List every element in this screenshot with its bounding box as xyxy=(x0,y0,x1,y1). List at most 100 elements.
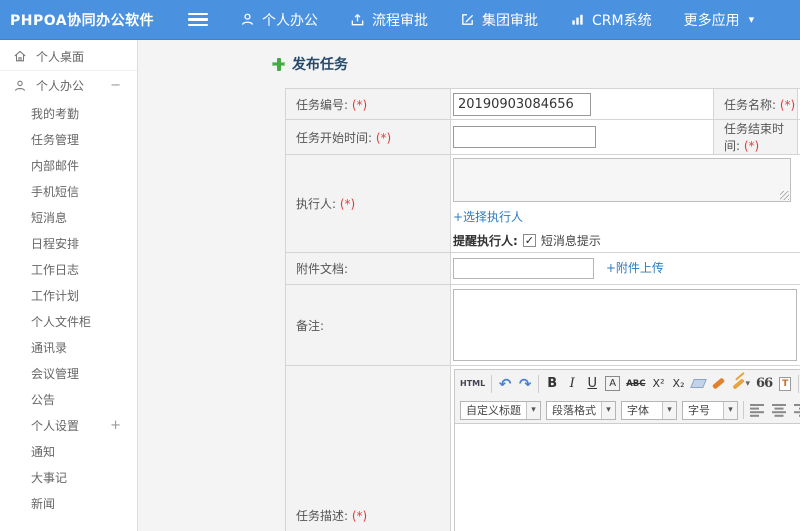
start-time-label: 任务开始时间: xyxy=(296,130,373,145)
executor-label: 执行人: xyxy=(296,197,337,211)
remind-executor-label: 提醒执行人: xyxy=(453,234,518,248)
sidebar-item-个人设置[interactable]: 个人设置 + xyxy=(0,412,137,438)
topnav-item-group-approval[interactable]: 集团审批 xyxy=(460,10,538,30)
task-no-input[interactable] xyxy=(453,92,591,116)
format-brush-icon[interactable] xyxy=(711,374,726,393)
sidebar-item-通知[interactable]: 通知 xyxy=(0,438,137,464)
chevron-down-icon[interactable]: ▾ xyxy=(526,401,540,419)
undo-button[interactable]: ↶ xyxy=(498,374,512,393)
underline-button[interactable]: U xyxy=(585,374,599,393)
sms-remind-checkbox[interactable]: ✓ xyxy=(522,234,536,247)
sidebar-item-label: 我的考勤 xyxy=(31,106,80,121)
sidebar-item-个人桌面[interactable]: 个人桌面 xyxy=(0,42,137,71)
topnav-item-label: 个人办公 xyxy=(262,12,318,29)
sidebar-item-通讯录[interactable]: 通讯录 xyxy=(0,334,137,360)
align-center-icon[interactable] xyxy=(771,401,788,419)
edit-icon xyxy=(460,12,475,27)
sidebar-item-工作计划[interactable]: 工作计划 xyxy=(0,282,137,308)
sidebar-item-label: 工作计划 xyxy=(31,288,80,303)
sidebar-item-公告[interactable]: 公告 xyxy=(0,386,137,412)
sidebar-item-label: 大事记 xyxy=(31,470,68,485)
align-left-icon[interactable] xyxy=(749,401,766,419)
executor-label-cell: 执行人: (*) xyxy=(285,154,451,253)
sidebar-item-label: 新闻 xyxy=(31,496,56,511)
expand-plus-icon[interactable]: + xyxy=(110,418,121,433)
sidebar-item-label: 个人桌面 xyxy=(36,49,85,64)
chevron-down-icon[interactable]: ▾ xyxy=(723,401,737,419)
topnav-item-label: 更多应用 xyxy=(683,12,740,29)
sidebar-item-个人文件柜[interactable]: 个人文件柜 xyxy=(0,308,137,334)
task-no-label: 任务编号: xyxy=(296,97,349,112)
description-cell: HTML ↶ ↷ B I U A ABC X² X₂ ▾ 66 T 自定义标题 … xyxy=(450,365,800,531)
choose-executor-link[interactable]: +选择执行人 xyxy=(453,210,523,224)
sidebar-item-手机短信[interactable]: 手机短信 xyxy=(0,178,137,204)
sidebar-item-工作日志[interactable]: 工作日志 xyxy=(0,256,137,282)
topnav-item-label: CRM系统 xyxy=(592,12,652,29)
required-mark: (*) xyxy=(351,509,368,523)
paste-as-text-icon[interactable]: T xyxy=(778,374,792,393)
end-time-label-cell: 任务结束时间: (*) xyxy=(713,119,798,155)
superscript-button[interactable]: X² xyxy=(652,374,666,393)
resize-grip-icon[interactable] xyxy=(780,191,789,200)
executor-textarea[interactable] xyxy=(453,158,791,202)
magic-wand-icon[interactable]: ▾ xyxy=(731,374,750,393)
strikethrough-button[interactable]: ABC xyxy=(626,374,645,393)
remark-textarea[interactable] xyxy=(453,289,797,361)
topnav-item-label: 集团审批 xyxy=(482,12,538,29)
chevron-down-icon[interactable]: ▾ xyxy=(662,401,676,419)
caret-down-icon: ▾ xyxy=(748,13,755,26)
topnav-item-workflow-approval[interactable]: 流程审批 xyxy=(350,10,428,30)
eraser-icon[interactable] xyxy=(690,374,707,393)
app-logo: PHPOA协同办公软件 xyxy=(10,12,155,29)
attachment-input[interactable] xyxy=(453,258,594,279)
font-style-button[interactable]: A xyxy=(605,376,621,391)
align-right-icon[interactable] xyxy=(793,401,800,419)
italic-button[interactable]: I xyxy=(565,374,579,393)
subscript-button[interactable]: X₂ xyxy=(672,374,686,393)
sidebar-item-会议管理[interactable]: 会议管理 xyxy=(0,360,137,386)
redo-button[interactable]: ↷ xyxy=(518,374,532,393)
sidebar-item-日程安排[interactable]: 日程安排 xyxy=(0,230,137,256)
custom-heading-dropdown[interactable]: 自定义标题 ▾ xyxy=(460,400,541,420)
editor-content-area[interactable] xyxy=(455,423,800,531)
sidebar-item-label: 手机短信 xyxy=(31,184,80,199)
sidebar-item-label: 内部邮件 xyxy=(31,158,80,173)
sidebar-item-内部邮件[interactable]: 内部邮件 xyxy=(0,152,137,178)
remark-cell xyxy=(450,284,800,366)
font-family-dropdown[interactable]: 字体 ▾ xyxy=(621,400,677,420)
description-label-cell: 任务描述: (*) xyxy=(285,365,451,531)
chevron-down-icon[interactable]: ▾ xyxy=(601,401,615,419)
required-mark: (*) xyxy=(779,97,796,112)
topnav-item-personal-office[interactable]: 个人办公 xyxy=(240,10,318,30)
required-mark: (*) xyxy=(339,197,356,211)
html-source-button[interactable]: HTML xyxy=(460,374,485,393)
attachment-label-cell: 附件文档: xyxy=(285,252,451,285)
editor-toolbar-row2: 自定义标题 ▾ 段落格式 ▾ 字体 ▾ 字号 ▾ xyxy=(455,397,800,423)
menu-toggle-icon[interactable] xyxy=(188,13,208,26)
font-size-dropdown[interactable]: 字号 ▾ xyxy=(682,400,738,420)
sidebar: 个人桌面个人办公 − 我的考勤任务管理内部邮件手机短信短消息日程安排工作日志工作计划… xyxy=(0,40,138,531)
task-name-label-cell: 任务名称: (*) xyxy=(713,88,798,120)
sidebar-item-任务管理[interactable]: 任务管理 xyxy=(0,126,137,152)
sidebar-item-短消息[interactable]: 短消息 xyxy=(0,204,137,230)
sidebar-item-label: 会议管理 xyxy=(31,366,80,381)
topnav-item-crm-system[interactable]: CRM系统 xyxy=(570,10,652,30)
bold-button[interactable]: B xyxy=(545,374,559,393)
topnav-item-more-apps[interactable]: 更多应用 ▾ xyxy=(684,10,755,30)
description-label: 任务描述: xyxy=(296,509,349,523)
sidebar-item-label: 个人设置 xyxy=(31,418,80,433)
start-time-label-cell: 任务开始时间: (*) xyxy=(285,119,451,155)
sidebar-item-我的考勤[interactable]: 我的考勤 xyxy=(0,100,137,126)
sidebar-item-大事记[interactable]: 大事记 xyxy=(0,464,137,490)
sidebar-item-label: 公告 xyxy=(31,392,56,407)
collapse-minus-icon[interactable]: − xyxy=(110,78,121,93)
sidebar-item-label: 短消息 xyxy=(31,210,68,225)
start-time-input[interactable] xyxy=(453,126,596,148)
blockquote-button[interactable]: 66 xyxy=(756,374,773,393)
sidebar-item-label: 工作日志 xyxy=(31,262,80,277)
publish-task-form: 任务编号: (*) 任务名称: (*) 任务开始时间: (*) 任务结束时间: xyxy=(285,88,800,531)
attachment-upload-link[interactable]: +附件上传 xyxy=(606,261,664,275)
sidebar-item-个人办公[interactable]: 个人办公 − xyxy=(0,71,137,100)
sidebar-item-新闻[interactable]: 新闻 xyxy=(0,490,137,516)
paragraph-format-dropdown[interactable]: 段落格式 ▾ xyxy=(546,400,616,420)
